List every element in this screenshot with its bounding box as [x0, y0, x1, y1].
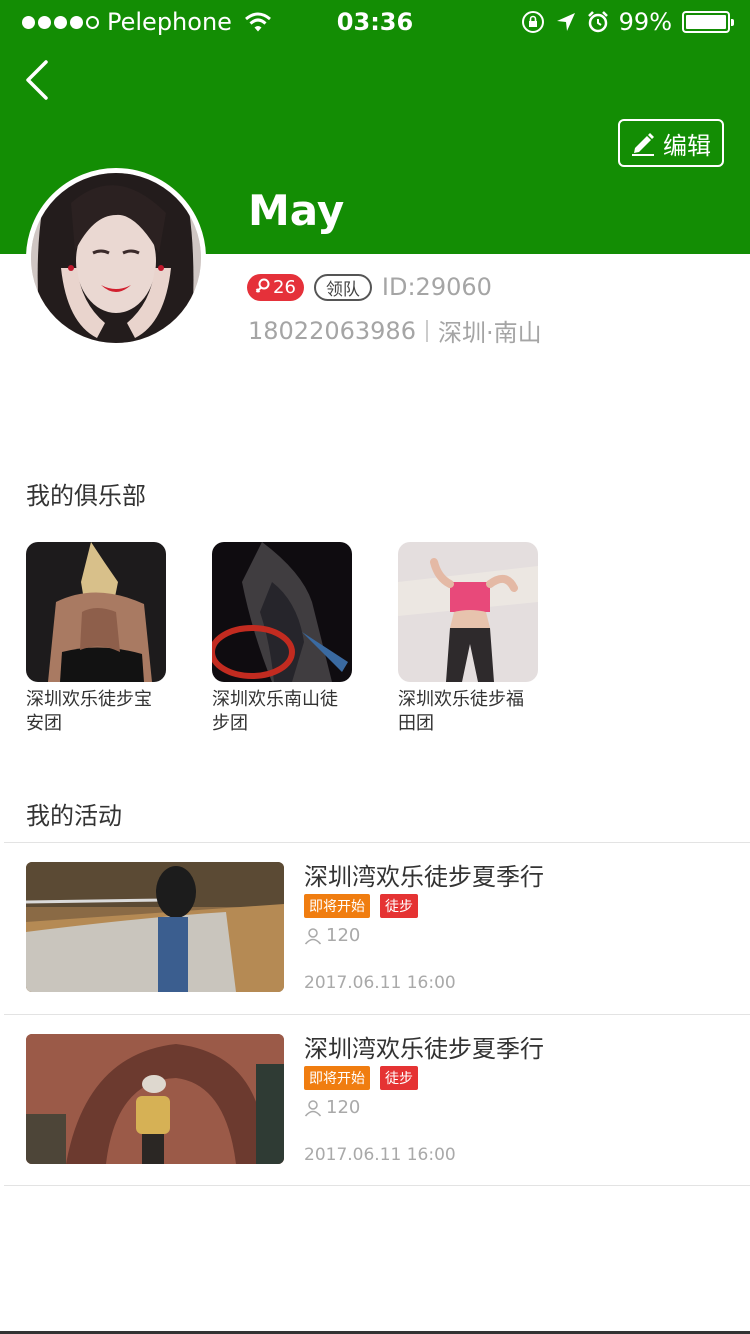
club-name: 深圳欢乐南山徒步团: [212, 689, 338, 734]
activity-thumbnail: [26, 1034, 284, 1164]
club-item[interactable]: 深圳欢乐徒步福田团: [398, 542, 538, 736]
female-icon: [255, 278, 270, 293]
person-icon: [304, 1099, 322, 1116]
club-thumbnail: [26, 542, 166, 682]
type-tag: 徒步: [380, 1066, 418, 1090]
status-tag: 即将开始: [304, 894, 370, 918]
age: 26: [273, 276, 296, 298]
club-item[interactable]: 深圳欢乐徒步宝安团: [26, 542, 166, 736]
club-name: 深圳欢乐徒步福田团: [398, 689, 524, 734]
club-photo: [26, 542, 166, 682]
type-tag: 徒步: [380, 894, 418, 918]
location: 深圳·南山: [437, 319, 542, 347]
battery-icon: [682, 11, 734, 33]
avatar-photo: [31, 173, 201, 343]
battery-percentage: 99%: [618, 8, 672, 36]
gender-age-badge: 26: [247, 273, 304, 301]
club-photo: [212, 542, 352, 682]
role-badge: 领队: [313, 273, 372, 301]
location-arrow-icon: [556, 13, 575, 31]
status-bar: Pelephone 03:36 99%: [0, 0, 750, 44]
contact-info: 18022063986 深圳·南山: [248, 313, 542, 348]
activity-item[interactable]: 深圳湾欢乐徒步夏季行 即将开始 徒步 120 2017.06.11 16:00: [4, 1014, 750, 1186]
clubs-list: 深圳欢乐徒步宝安团 深圳欢乐南山徒步团 深圳欢乐徒步福田团: [26, 542, 538, 736]
status-right: 99%: [521, 8, 734, 36]
edit-label: 编辑: [663, 131, 711, 160]
activity-thumbnail: [26, 862, 284, 992]
club-name: 深圳欢乐徒步宝安团: [26, 689, 152, 734]
club-thumbnail: [398, 542, 538, 682]
activities-section-title: 我的活动: [26, 802, 122, 830]
activity-tags: 即将开始 徒步: [304, 1066, 418, 1090]
edit-profile-button[interactable]: 编辑: [618, 119, 724, 167]
club-photo: [398, 542, 538, 682]
club-thumbnail: [212, 542, 352, 682]
back-chevron-icon[interactable]: [22, 58, 52, 102]
person-icon: [304, 927, 322, 944]
profile-name: May: [248, 186, 345, 235]
avatar[interactable]: [26, 168, 206, 348]
profile-badges: 26 领队 ID:29060: [247, 273, 492, 301]
activity-tags: 即将开始 徒步: [304, 894, 418, 918]
activity-datetime: 2017.06.11 16:00: [304, 973, 456, 993]
participant-count: 120: [304, 925, 360, 946]
alarm-icon: [587, 11, 608, 33]
activity-item[interactable]: 深圳湾欢乐徒步夏季行 即将开始 徒步 120 2017.06.11 16:00: [4, 842, 750, 1014]
club-item[interactable]: 深圳欢乐南山徒步团: [212, 542, 352, 736]
participant-count: 120: [304, 1097, 360, 1118]
participant-number: 120: [326, 1097, 361, 1118]
activity-photo: [26, 862, 284, 992]
battery-fill: [686, 15, 726, 29]
pencil-icon: [632, 133, 654, 156]
user-id: ID:29060: [381, 273, 492, 301]
status-tag: 即将开始: [304, 1066, 370, 1090]
participant-number: 120: [326, 925, 361, 946]
phone-number: 18022063986: [248, 316, 416, 345]
activity-title: 深圳湾欢乐徒步夏季行: [304, 863, 544, 891]
activity-datetime: 2017.06.11 16:00: [304, 1145, 456, 1165]
clubs-section-title: 我的俱乐部: [26, 482, 146, 510]
divider: [425, 319, 428, 342]
activity-photo: [26, 1034, 284, 1164]
activity-title: 深圳湾欢乐徒步夏季行: [304, 1035, 544, 1063]
rotation-lock-icon: [521, 11, 544, 33]
